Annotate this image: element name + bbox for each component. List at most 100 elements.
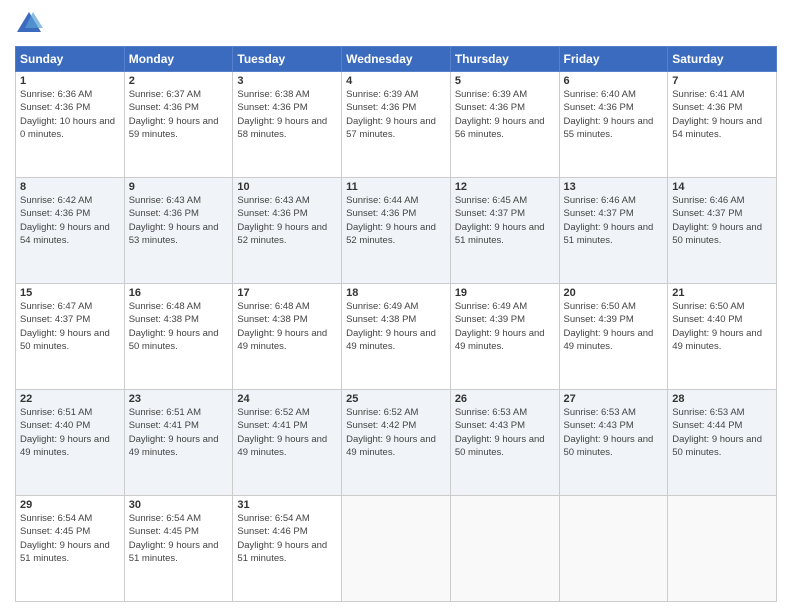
day-info: Sunrise: 6:42 AMSunset: 4:36 PMDaylight:… (20, 195, 110, 246)
calendar-cell: 22 Sunrise: 6:51 AMSunset: 4:40 PMDaylig… (16, 390, 125, 496)
day-info: Sunrise: 6:51 AMSunset: 4:40 PMDaylight:… (20, 407, 110, 458)
day-number: 7 (672, 75, 772, 87)
calendar-cell (559, 496, 668, 602)
day-number: 31 (237, 499, 337, 511)
weekday-header-friday: Friday (559, 47, 668, 72)
day-info: Sunrise: 6:39 AMSunset: 4:36 PMDaylight:… (346, 89, 436, 140)
day-number: 14 (672, 181, 772, 193)
day-number: 15 (20, 287, 120, 299)
weekday-header-row: SundayMondayTuesdayWednesdayThursdayFrid… (16, 47, 777, 72)
calendar-cell: 18 Sunrise: 6:49 AMSunset: 4:38 PMDaylig… (342, 284, 451, 390)
day-info: Sunrise: 6:41 AMSunset: 4:36 PMDaylight:… (672, 89, 762, 140)
day-info: Sunrise: 6:45 AMSunset: 4:37 PMDaylight:… (455, 195, 545, 246)
day-number: 16 (129, 287, 229, 299)
day-number: 24 (237, 393, 337, 405)
calendar-cell: 5 Sunrise: 6:39 AMSunset: 4:36 PMDayligh… (450, 72, 559, 178)
day-number: 27 (564, 393, 664, 405)
day-number: 20 (564, 287, 664, 299)
day-info: Sunrise: 6:53 AMSunset: 4:43 PMDaylight:… (564, 407, 654, 458)
day-info: Sunrise: 6:49 AMSunset: 4:38 PMDaylight:… (346, 301, 436, 352)
day-info: Sunrise: 6:53 AMSunset: 4:43 PMDaylight:… (455, 407, 545, 458)
calendar-cell: 31 Sunrise: 6:54 AMSunset: 4:46 PMDaylig… (233, 496, 342, 602)
day-info: Sunrise: 6:52 AMSunset: 4:42 PMDaylight:… (346, 407, 436, 458)
day-info: Sunrise: 6:51 AMSunset: 4:41 PMDaylight:… (129, 407, 219, 458)
calendar-week-3: 15 Sunrise: 6:47 AMSunset: 4:37 PMDaylig… (16, 284, 777, 390)
calendar-cell: 4 Sunrise: 6:39 AMSunset: 4:36 PMDayligh… (342, 72, 451, 178)
calendar-cell: 3 Sunrise: 6:38 AMSunset: 4:36 PMDayligh… (233, 72, 342, 178)
day-info: Sunrise: 6:54 AMSunset: 4:45 PMDaylight:… (129, 513, 219, 564)
day-info: Sunrise: 6:44 AMSunset: 4:36 PMDaylight:… (346, 195, 436, 246)
calendar-week-2: 8 Sunrise: 6:42 AMSunset: 4:36 PMDayligh… (16, 178, 777, 284)
calendar-cell: 17 Sunrise: 6:48 AMSunset: 4:38 PMDaylig… (233, 284, 342, 390)
calendar-week-5: 29 Sunrise: 6:54 AMSunset: 4:45 PMDaylig… (16, 496, 777, 602)
calendar-cell: 27 Sunrise: 6:53 AMSunset: 4:43 PMDaylig… (559, 390, 668, 496)
day-number: 11 (346, 181, 446, 193)
day-number: 6 (564, 75, 664, 87)
day-info: Sunrise: 6:46 AMSunset: 4:37 PMDaylight:… (564, 195, 654, 246)
weekday-header-monday: Monday (124, 47, 233, 72)
day-number: 23 (129, 393, 229, 405)
calendar-cell: 23 Sunrise: 6:51 AMSunset: 4:41 PMDaylig… (124, 390, 233, 496)
day-info: Sunrise: 6:43 AMSunset: 4:36 PMDaylight:… (129, 195, 219, 246)
day-number: 8 (20, 181, 120, 193)
day-number: 12 (455, 181, 555, 193)
calendar-cell: 2 Sunrise: 6:37 AMSunset: 4:36 PMDayligh… (124, 72, 233, 178)
day-number: 13 (564, 181, 664, 193)
day-number: 25 (346, 393, 446, 405)
calendar-cell: 29 Sunrise: 6:54 AMSunset: 4:45 PMDaylig… (16, 496, 125, 602)
calendar-cell: 1 Sunrise: 6:36 AMSunset: 4:36 PMDayligh… (16, 72, 125, 178)
day-info: Sunrise: 6:54 AMSunset: 4:46 PMDaylight:… (237, 513, 327, 564)
weekday-header-sunday: Sunday (16, 47, 125, 72)
day-info: Sunrise: 6:52 AMSunset: 4:41 PMDaylight:… (237, 407, 327, 458)
calendar-cell: 16 Sunrise: 6:48 AMSunset: 4:38 PMDaylig… (124, 284, 233, 390)
day-number: 18 (346, 287, 446, 299)
logo-icon (15, 10, 43, 38)
calendar-cell: 11 Sunrise: 6:44 AMSunset: 4:36 PMDaylig… (342, 178, 451, 284)
calendar-cell: 6 Sunrise: 6:40 AMSunset: 4:36 PMDayligh… (559, 72, 668, 178)
day-info: Sunrise: 6:46 AMSunset: 4:37 PMDaylight:… (672, 195, 762, 246)
calendar-cell: 12 Sunrise: 6:45 AMSunset: 4:37 PMDaylig… (450, 178, 559, 284)
calendar-cell: 8 Sunrise: 6:42 AMSunset: 4:36 PMDayligh… (16, 178, 125, 284)
day-info: Sunrise: 6:49 AMSunset: 4:39 PMDaylight:… (455, 301, 545, 352)
calendar-cell: 20 Sunrise: 6:50 AMSunset: 4:39 PMDaylig… (559, 284, 668, 390)
calendar-cell: 24 Sunrise: 6:52 AMSunset: 4:41 PMDaylig… (233, 390, 342, 496)
weekday-header-saturday: Saturday (668, 47, 777, 72)
day-info: Sunrise: 6:36 AMSunset: 4:36 PMDaylight:… (20, 89, 115, 140)
day-info: Sunrise: 6:48 AMSunset: 4:38 PMDaylight:… (129, 301, 219, 352)
day-number: 28 (672, 393, 772, 405)
calendar-table: SundayMondayTuesdayWednesdayThursdayFrid… (15, 46, 777, 602)
day-info: Sunrise: 6:37 AMSunset: 4:36 PMDaylight:… (129, 89, 219, 140)
calendar-cell: 19 Sunrise: 6:49 AMSunset: 4:39 PMDaylig… (450, 284, 559, 390)
header (15, 10, 777, 38)
day-number: 26 (455, 393, 555, 405)
day-info: Sunrise: 6:48 AMSunset: 4:38 PMDaylight:… (237, 301, 327, 352)
calendar-cell: 10 Sunrise: 6:43 AMSunset: 4:36 PMDaylig… (233, 178, 342, 284)
day-info: Sunrise: 6:43 AMSunset: 4:36 PMDaylight:… (237, 195, 327, 246)
calendar-cell: 21 Sunrise: 6:50 AMSunset: 4:40 PMDaylig… (668, 284, 777, 390)
day-number: 10 (237, 181, 337, 193)
calendar-cell: 15 Sunrise: 6:47 AMSunset: 4:37 PMDaylig… (16, 284, 125, 390)
logo (15, 10, 47, 38)
calendar-cell: 7 Sunrise: 6:41 AMSunset: 4:36 PMDayligh… (668, 72, 777, 178)
weekday-header-thursday: Thursday (450, 47, 559, 72)
calendar-cell: 26 Sunrise: 6:53 AMSunset: 4:43 PMDaylig… (450, 390, 559, 496)
day-number: 17 (237, 287, 337, 299)
calendar-cell (668, 496, 777, 602)
day-number: 4 (346, 75, 446, 87)
calendar-cell: 13 Sunrise: 6:46 AMSunset: 4:37 PMDaylig… (559, 178, 668, 284)
calendar-cell: 14 Sunrise: 6:46 AMSunset: 4:37 PMDaylig… (668, 178, 777, 284)
day-info: Sunrise: 6:50 AMSunset: 4:39 PMDaylight:… (564, 301, 654, 352)
day-number: 22 (20, 393, 120, 405)
day-info: Sunrise: 6:40 AMSunset: 4:36 PMDaylight:… (564, 89, 654, 140)
calendar-cell (450, 496, 559, 602)
day-number: 3 (237, 75, 337, 87)
day-info: Sunrise: 6:39 AMSunset: 4:36 PMDaylight:… (455, 89, 545, 140)
calendar-cell: 28 Sunrise: 6:53 AMSunset: 4:44 PMDaylig… (668, 390, 777, 496)
day-info: Sunrise: 6:50 AMSunset: 4:40 PMDaylight:… (672, 301, 762, 352)
calendar-cell: 30 Sunrise: 6:54 AMSunset: 4:45 PMDaylig… (124, 496, 233, 602)
day-info: Sunrise: 6:54 AMSunset: 4:45 PMDaylight:… (20, 513, 110, 564)
day-number: 1 (20, 75, 120, 87)
day-number: 19 (455, 287, 555, 299)
calendar-week-4: 22 Sunrise: 6:51 AMSunset: 4:40 PMDaylig… (16, 390, 777, 496)
day-number: 5 (455, 75, 555, 87)
